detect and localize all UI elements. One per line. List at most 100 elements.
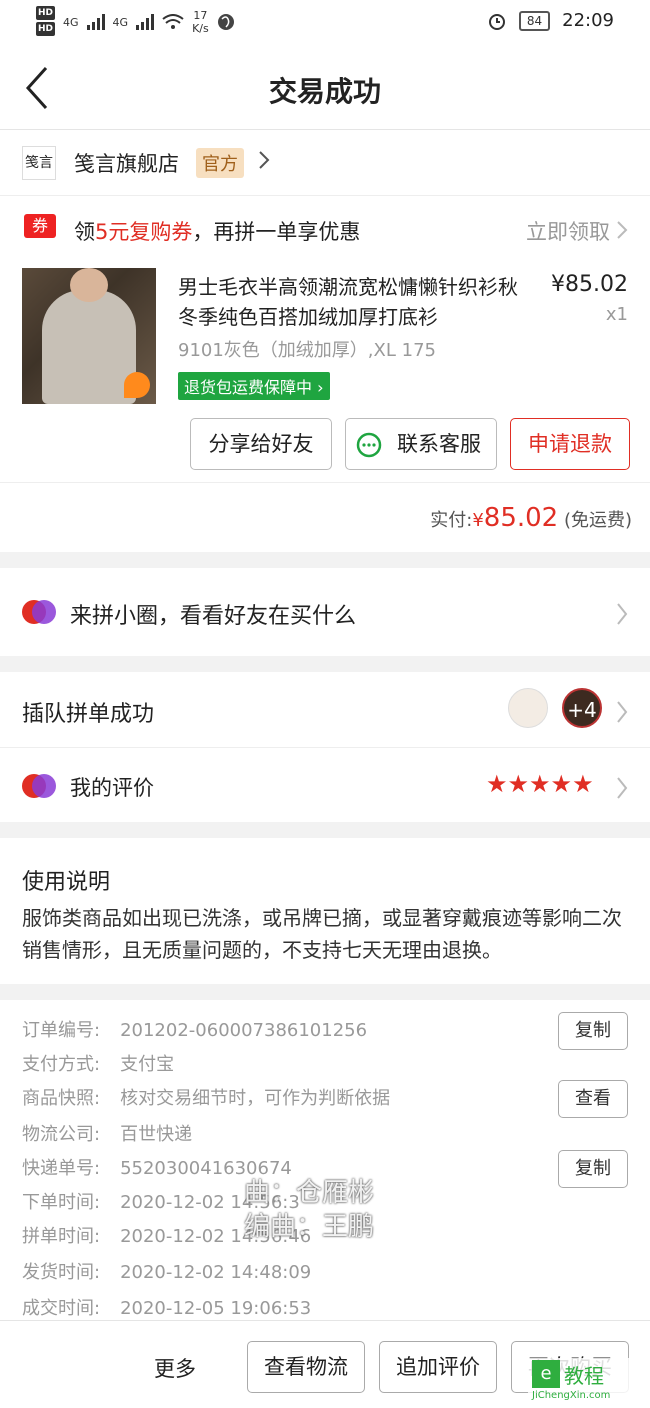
star-icon: ★ xyxy=(507,770,530,798)
flame-icon xyxy=(124,372,150,398)
circle-text: 来拼小圈，看看好友在买什么 xyxy=(70,604,357,629)
my-review-text: 我的评价 xyxy=(70,776,154,800)
order-number-row: 订单编号: 201202-060007386101256 xyxy=(22,1016,367,1042)
official-badge: 官方 xyxy=(196,148,244,178)
network1-label: 4G xyxy=(63,15,79,29)
site-name: 教程 xyxy=(564,1364,604,1388)
return-guarantee-badge[interactable]: 退货包运费保障中 › xyxy=(178,372,330,400)
star-icon: ★ xyxy=(572,770,594,798)
info-value: 201202-060007386101256 xyxy=(120,1020,368,1041)
copy-tracking-button[interactable]: 复制 xyxy=(558,1150,628,1188)
nav-header: 交易成功 xyxy=(0,46,650,130)
site-logo-icon: e xyxy=(532,1360,560,1388)
snapshot-row: 商品快照: 核对交易细节时，可作为判断依据 xyxy=(22,1084,390,1110)
view-logistics-button[interactable]: 查看物流 xyxy=(247,1341,365,1393)
info-value: 支付宝 xyxy=(120,1054,175,1075)
coupon-text-post: ，再拼一单享优惠 xyxy=(192,220,361,244)
share-button[interactable]: 分享给好友 xyxy=(190,418,332,470)
info-label: 商品快照: xyxy=(22,1088,101,1109)
product-card: 男士毛衣半高领潮流宽松慵懒针织衫秋冬季纯色百搭加绒加厚打底衫 ¥85.02 x1… xyxy=(0,262,650,482)
star-icon: ★ xyxy=(550,770,573,798)
product-image[interactable] xyxy=(22,268,156,404)
network2-label: 4G xyxy=(112,15,129,29)
group-review-card: 插队拼单成功 +4 我的评价 ★★★★★ xyxy=(0,672,650,822)
globe-icon xyxy=(217,14,234,30)
product-quantity: x1 xyxy=(605,304,628,325)
view-snapshot-button[interactable]: 查看 xyxy=(558,1080,628,1118)
shipping-note: (免运费) xyxy=(563,510,632,531)
info-value: 2020-12-02 14:48:09 xyxy=(120,1262,312,1283)
status-bar: HD HD 4G 4G 17 K/s 84 22:09 xyxy=(0,0,650,46)
info-label: 拼单时间: xyxy=(22,1226,101,1247)
ship-time-row: 发货时间: 2020-12-02 14:48:09 xyxy=(22,1258,311,1284)
page-title: 交易成功 xyxy=(268,75,381,108)
speed-value: 17 xyxy=(193,9,208,22)
my-review-row[interactable]: 我的评价 ★★★★★ xyxy=(0,748,650,822)
alarm-icon xyxy=(488,13,505,30)
info-label: 快递单号: xyxy=(22,1158,101,1179)
chevron-right-icon xyxy=(617,603,628,625)
order-info: 订单编号: 201202-060007386101256 复制 支付方式: 支付宝 … xyxy=(0,1000,650,1320)
info-value: 百世快递 xyxy=(120,1124,193,1145)
site-url: JiChengXin.com xyxy=(532,1390,611,1401)
rating-stars: ★★★★★ xyxy=(486,770,594,798)
contact-service-label: 联系客服 xyxy=(397,432,481,456)
paid-row: 实付:¥85.02 (免运费) xyxy=(430,503,632,533)
hd-indicator: HD HD xyxy=(36,6,56,38)
watermark-line1: 曲：仓雁彬 xyxy=(244,1178,375,1208)
add-review-button[interactable]: 追加评价 xyxy=(379,1341,497,1393)
network-speed: 17 K/s xyxy=(192,9,209,35)
hd1-label: HD xyxy=(36,6,56,20)
info-value: 2020-12-05 19:06:53 xyxy=(120,1298,312,1319)
chevron-right-icon xyxy=(617,701,628,723)
paid-label: 实付: xyxy=(430,510,473,531)
wifi-icon xyxy=(162,14,184,29)
payment-method-row: 支付方式: 支付宝 xyxy=(22,1050,174,1076)
coupon-row[interactable]: 券 领5元复购券，再拼一单享优惠 立即领取 xyxy=(0,196,650,262)
status-right: 84 22:09 xyxy=(487,10,614,31)
chevron-right-icon: › xyxy=(317,378,324,397)
friends-circle-row[interactable]: 来拼小圈，看看好友在买什么 xyxy=(0,568,650,656)
product-price: ¥85.02 xyxy=(551,272,628,297)
store-row[interactable]: 笺言 笺言旗舰店 官方 xyxy=(0,130,650,196)
info-label: 发货时间: xyxy=(22,1262,101,1283)
usage-body: 服饰类商品如出现已洗涤，或吊牌已摘，或显著穿戴痕迹等影响二次销售情形，且无质量问… xyxy=(22,906,622,962)
copy-order-number-button[interactable]: 复制 xyxy=(558,1012,628,1050)
clock: 22:09 xyxy=(562,10,614,31)
sweater-shape xyxy=(42,290,136,404)
more-button[interactable]: 更多 xyxy=(154,1353,196,1383)
paid-amount: 85.02 xyxy=(483,503,559,533)
group-success-text: 插队拼单成功 xyxy=(22,702,155,727)
request-refund-button[interactable]: 申请退款 xyxy=(510,418,630,470)
chat-icon xyxy=(356,432,382,458)
video-watermark: 曲：仓雁彬 编曲：王鹏 xyxy=(244,1176,374,1244)
battery-indicator: 84 xyxy=(518,10,551,31)
model-head-shape xyxy=(70,268,108,302)
signal1-icon xyxy=(86,14,105,30)
hd2-label: HD xyxy=(36,22,56,36)
info-label: 物流公司: xyxy=(22,1124,101,1145)
courier-row: 物流公司: 百世快递 xyxy=(22,1120,192,1146)
product-title[interactable]: 男士毛衣半高领潮流宽松慵懒针织衫秋冬季纯色百搭加绒加厚打底衫 xyxy=(178,272,526,332)
info-value: 核对交易细节时，可作为判断依据 xyxy=(120,1088,391,1109)
contact-service-button[interactable]: 联系客服 xyxy=(345,418,497,470)
usage-notes: 使用说明 服饰类商品如出现已洗涤，或吊牌已摘，或显著穿戴痕迹等影响二次销售情形，… xyxy=(0,838,650,984)
usage-title: 使用说明 xyxy=(22,870,111,895)
claim-coupon-link[interactable]: 立即领取 xyxy=(526,216,610,246)
avatar xyxy=(508,688,548,728)
store-name: 笺言旗舰店 xyxy=(74,152,179,176)
star-icon: ★ xyxy=(486,770,508,798)
info-label: 成交时间: xyxy=(22,1298,101,1319)
circle-logo-icon xyxy=(22,600,56,624)
chevron-right-icon xyxy=(259,151,270,169)
payment-summary: 实付:¥85.02 (免运费) xyxy=(0,482,650,552)
group-success-row[interactable]: 插队拼单成功 +4 xyxy=(0,672,650,748)
coupon-text: 领5元复购券，再拼一单享优惠 xyxy=(74,216,360,246)
chevron-right-icon xyxy=(617,777,628,799)
info-label: 订单编号: xyxy=(22,1020,101,1041)
deal-time-row: 成交时间: 2020-12-05 19:06:53 xyxy=(22,1294,311,1320)
signal2-icon xyxy=(136,14,155,30)
coupon-text-pre: 领 xyxy=(74,220,95,244)
star-icon: ★ xyxy=(529,770,551,798)
info-label: 下单时间: xyxy=(22,1192,101,1213)
